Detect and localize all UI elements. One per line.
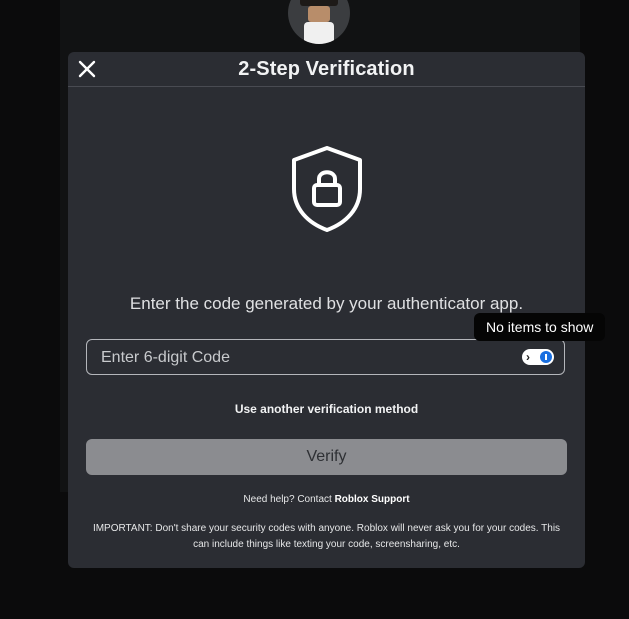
avatar-body — [304, 22, 334, 44]
chevron-right-icon: › — [526, 350, 530, 364]
support-link[interactable]: Roblox Support — [335, 494, 410, 505]
modal-title: 2-Step Verification — [238, 58, 415, 80]
help-prefix: Need help? Contact — [243, 494, 335, 505]
help-text: Need help? Contact Roblox Support — [68, 494, 585, 505]
shield-lock-icon — [292, 146, 362, 232]
code-input-container: › — [86, 339, 565, 376]
code-input[interactable] — [99, 340, 513, 376]
password-manager-icon — [540, 351, 552, 363]
instruction-text: Enter the code generated by your authent… — [129, 294, 524, 313]
alt-verification-link[interactable]: Use another verification method — [68, 402, 585, 416]
password-manager-button[interactable]: › — [522, 349, 554, 365]
avatar-face — [308, 6, 330, 22]
two-step-verification-modal: 2-Step Verification Enter the code gener… — [68, 52, 606, 568]
important-notice: IMPORTANT: Don't share your security cod… — [92, 523, 561, 550]
verify-button[interactable]: Verify — [86, 439, 567, 475]
modal-header: 2-Step Verification — [68, 52, 585, 87]
tooltip: No items to show — [474, 313, 606, 341]
